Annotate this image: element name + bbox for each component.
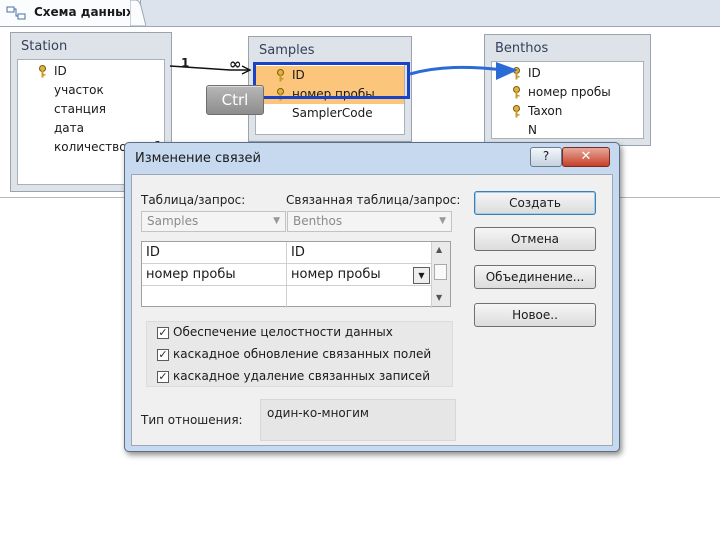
integrity-options-group: ✓ Обеспечение целостности данных ✓ каска… [146, 321, 453, 387]
related-table-label: Связанная таблица/запрос: [286, 193, 461, 207]
scroll-down-icon[interactable]: ▼ [436, 293, 442, 302]
table-benthos-title: Benthos [495, 41, 549, 56]
join-type-button[interactable]: Объединение... [474, 265, 596, 289]
relationship-many-label: ∞ [229, 55, 241, 73]
field-station-id[interactable]: ID [18, 62, 164, 81]
primary-key-icon [513, 86, 520, 99]
create-button[interactable]: Создать [474, 191, 596, 215]
checkbox-checked-icon[interactable]: ✓ [157, 371, 169, 383]
document-tab-title: Схема данных [34, 5, 134, 19]
field-station-data[interactable]: дата [18, 119, 164, 138]
help-button[interactable]: ? [530, 147, 562, 167]
primary-key-icon [513, 105, 520, 118]
field-benthos-taxon[interactable]: Taxon [492, 102, 643, 121]
grid-cell-left-3[interactable] [142, 286, 287, 308]
scroll-thumb[interactable] [434, 264, 447, 280]
edit-relationships-dialog: Изменение связей ? ✕ Таблица/запрос: Свя… [124, 142, 620, 452]
document-tab[interactable]: Схема данных [0, 0, 141, 26]
table-benthos[interactable]: Benthos ID номер пробы Taxon N B [484, 34, 651, 156]
grid-cell-left-2[interactable]: номер пробы [142, 264, 287, 286]
relationship-one-label: 1 [181, 56, 190, 70]
scroll-up-icon[interactable]: ▲ [436, 245, 442, 254]
dialog-client-area: Таблица/запрос: Связанная таблица/запрос… [131, 174, 613, 446]
chevron-down-icon: ▼ [273, 216, 280, 226]
grid-cell-left-1[interactable]: ID [142, 242, 287, 264]
checkbox-checked-icon[interactable]: ✓ [157, 327, 169, 339]
tab-edge [130, 0, 146, 26]
ctrl-key-label: Ctrl [206, 85, 264, 115]
relation-type-value: один-ко-многим [267, 406, 369, 420]
cancel-button[interactable]: Отмена [474, 227, 596, 251]
grid-cell-right-2[interactable]: номер пробы [287, 264, 432, 286]
table-station-title: Station [21, 39, 68, 54]
create-new-button[interactable]: Новое.. [474, 303, 596, 327]
grid-scrollbar[interactable]: ▲ ▼ [431, 242, 450, 306]
checkbox-checked-icon[interactable]: ✓ [157, 349, 169, 361]
field-mapping-grid[interactable]: ID ID номер пробы номер пробы ▼ ▲ ▼ [141, 241, 451, 308]
relation-type-label: Тип отношения: [141, 413, 243, 427]
field-samples-samplercode[interactable]: SamplerCode [256, 104, 404, 123]
table-samples-title: Samples [259, 43, 315, 58]
selection-frame [253, 62, 410, 99]
primary-key-icon [39, 65, 46, 78]
cell-dropdown-button[interactable]: ▼ [413, 267, 430, 284]
grid-cell-right-1[interactable]: ID [287, 242, 432, 264]
drag-arrow-icon [409, 62, 518, 80]
dialog-title: Изменение связей [135, 151, 262, 166]
close-button[interactable]: ✕ [562, 147, 610, 167]
field-station-stanciya[interactable]: станция [18, 100, 164, 119]
table-query-select[interactable]: Samples ▼ [141, 211, 286, 232]
field-station-uchastok[interactable]: участок [18, 81, 164, 100]
grid-cell-right-3[interactable] [287, 286, 432, 308]
related-table-select[interactable]: Benthos ▼ [287, 211, 452, 232]
table-query-label: Таблица/запрос: [141, 193, 246, 207]
relationships-icon [6, 6, 26, 20]
chevron-down-icon: ▼ [439, 216, 446, 226]
relation-type-box: один-ко-многим [260, 399, 456, 441]
field-benthos-n[interactable]: N [492, 121, 643, 140]
